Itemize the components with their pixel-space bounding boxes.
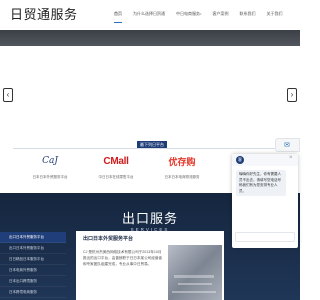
close-icon[interactable]: × — [289, 155, 293, 161]
message-icon: ✉ — [284, 142, 290, 149]
site-logo[interactable]: 日贸通服务 — [10, 4, 78, 23]
partner-caption: 中日日本在线零售平台 — [98, 175, 134, 179]
service-detail-card: 出口日本外贸服务平台 CJ 是杭州杰美西网络技术有限公司于2013年10月推出的… — [76, 231, 224, 300]
partner-caj[interactable]: CaJ 日本日本外贸服务平台 — [20, 152, 80, 180]
header: 日贸通服务 首页 为什么选择日贸通 中日电商服务▾ 客户案例 联系我们 关于我们 — [0, 0, 300, 30]
services-menu-item[interactable]: 日本跨境电商服务 — [0, 287, 66, 298]
services-menu-item[interactable]: 日日精品日本服务平台 — [0, 254, 66, 265]
chat-input[interactable] — [235, 232, 295, 242]
carousel-prev-button[interactable]: ‹ — [3, 88, 13, 102]
nav-item-cases[interactable]: 客户案例 — [213, 9, 229, 23]
avatar: 客 — [236, 156, 244, 164]
service-detail-text: CJ 是杭州杰美西网络技术有限公司于2013年10月推出的出口平台，由曾就职于日… — [83, 250, 163, 266]
partners-tab[interactable]: 最下列日平台 — [137, 141, 167, 148]
chat-header: 客 × — [232, 154, 298, 166]
services-menu: 出口日本外贸服务平台 出口日本外贸服务平台 日日精品日本服务平台 日本电商外贸服… — [0, 232, 66, 298]
services-menu-item[interactable]: 日本出口跨境服务 — [0, 276, 66, 287]
nav-item-ecommerce[interactable]: 中日电商服务▾ — [176, 9, 202, 23]
services-menu-item[interactable]: 出口日本外贸服务平台 — [0, 243, 66, 254]
partner-cmall[interactable]: CMall 中日日本在线零售平台 — [86, 152, 146, 180]
partner-caption: 日本日本电商物流服务 — [164, 175, 200, 179]
chevron-down-icon: ▾ — [200, 12, 202, 16]
hero-banner: ‹ › — [0, 30, 300, 120]
services-menu-item[interactable]: 日本电商外贸服务 — [0, 265, 66, 276]
nav-item-contact[interactable]: 联系我们 — [240, 9, 256, 23]
service-detail-image — [168, 245, 222, 300]
main-nav: 首页 为什么选择日贸通 中日电商服务▾ 客户案例 联系我们 关于我们 — [114, 9, 294, 23]
service-detail-title: 出口日本外贸服务平台 — [83, 236, 134, 242]
youtong-logo: 优存购 — [168, 156, 196, 167]
banner-image — [0, 30, 300, 46]
partner-youtong[interactable]: 优存购 日本日本电商物流服务 — [152, 152, 212, 180]
partners-divider — [13, 148, 283, 149]
cmall-logo: CMall — [103, 155, 129, 167]
nav-item-home[interactable]: 首页 — [114, 9, 122, 23]
nav-item-why[interactable]: 为什么选择日贸通 — [133, 9, 165, 23]
caj-logo: CaJ — [42, 156, 58, 166]
chat-message: 嗨嗨你好先生，你有需要人员不出去。请填写您电话号码我们有为您安排专业人员。 — [236, 170, 286, 196]
chat-launcher[interactable]: ✉ — [275, 138, 300, 152]
partner-caption: 日本日本外贸服务平台 — [32, 175, 68, 179]
services-menu-item[interactable]: 出口日本外贸服务平台 — [0, 232, 66, 243]
carousel-next-button[interactable]: › — [287, 88, 297, 102]
nav-item-about[interactable]: 关于我们 — [267, 9, 283, 23]
chat-panel: 客 × 嗨嗨你好先生，你有需要人员不出去。请填写您电话号码我们有为您安排专业人员… — [232, 154, 298, 248]
